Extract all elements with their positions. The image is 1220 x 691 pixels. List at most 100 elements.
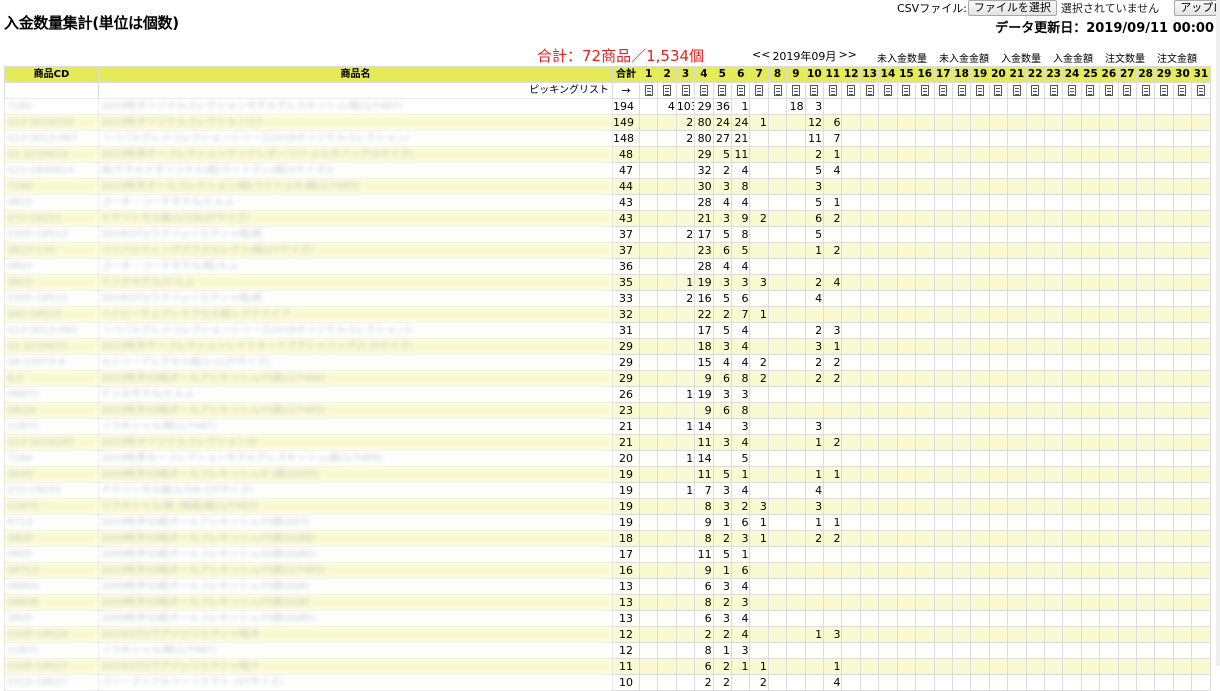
day-cell: [1080, 98, 1101, 115]
day-cell: 5: [712, 146, 733, 163]
vertical-scrollbar[interactable]: [1216, 0, 1220, 666]
day-cell: [878, 226, 898, 243]
document-icon[interactable]: [1068, 85, 1077, 96]
document-icon[interactable]: [1123, 85, 1132, 96]
day-cell: [1080, 114, 1101, 131]
day-cell: 5: [712, 546, 733, 563]
view-link-unpaid-amount[interactable]: 未入金金額: [939, 50, 989, 65]
view-link-order-qty[interactable]: 注文数量: [1105, 50, 1145, 65]
day-cell: 1: [804, 466, 825, 483]
day-cell: [1043, 130, 1064, 147]
document-icon[interactable]: [883, 85, 892, 96]
document-icon[interactable]: [920, 85, 929, 96]
day-cell: [1043, 370, 1064, 387]
document-icon[interactable]: [1141, 85, 1150, 96]
day-cell: [951, 434, 972, 451]
document-icon[interactable]: [1049, 85, 1058, 96]
day-cell: 8: [694, 530, 714, 547]
table-row: 7184 2019秋季モーコレクションモデルグレスキッシュ/紙(1/7489) 20…: [4, 450, 1211, 467]
document-icon[interactable]: [699, 85, 708, 96]
table-row: S92-18515 ハイピーチェアレテクセル紙レグテクイア 32 22 2 7 1: [4, 306, 1211, 323]
document-icon[interactable]: [939, 85, 948, 96]
day-cell: 2: [804, 530, 825, 547]
day-cell: [1007, 562, 1027, 579]
view-link-unpaid-qty[interactable]: 未入金数量: [877, 50, 927, 65]
view-link-paid-amount[interactable]: 入金金額: [1053, 50, 1093, 65]
day-cell: [970, 642, 990, 659]
day-cell: [1025, 274, 1045, 291]
day-cell: [767, 674, 788, 691]
day-cell: [1099, 194, 1119, 211]
day-cell: [767, 146, 788, 163]
day-cell: [767, 274, 788, 291]
day-cell: 24: [731, 114, 751, 131]
document-icon[interactable]: [1086, 85, 1095, 96]
document-icon[interactable]: [847, 85, 856, 96]
document-icon[interactable]: [718, 85, 727, 96]
document-icon[interactable]: [976, 85, 985, 96]
day-cell: [823, 482, 843, 499]
document-icon[interactable]: [1031, 85, 1040, 96]
document-icon[interactable]: [902, 85, 911, 96]
day-cell: [1007, 402, 1027, 419]
day-cell: [675, 626, 696, 643]
document-icon[interactable]: [663, 85, 672, 96]
day-cell: [970, 130, 990, 147]
day-cell: [823, 290, 843, 307]
day-cell: [841, 210, 861, 227]
day-cell: [915, 434, 935, 451]
day-cell: 4: [823, 274, 843, 291]
day-cell: 5: [804, 162, 825, 179]
document-icon[interactable]: [1012, 85, 1021, 96]
document-icon[interactable]: [1178, 85, 1187, 96]
upload-button[interactable]: アップロード: [1174, 0, 1220, 16]
day-cell: [657, 178, 677, 195]
day-cell: [841, 450, 861, 467]
day-cell: [841, 626, 861, 643]
document-icon[interactable]: [1160, 85, 1169, 96]
document-icon[interactable]: [828, 85, 837, 96]
day-cell: [804, 578, 825, 595]
document-icon[interactable]: [957, 85, 966, 96]
document-icon[interactable]: [994, 85, 1003, 96]
header-day-17: 17: [933, 66, 953, 83]
day-cell: [1099, 146, 1119, 163]
document-icon[interactable]: [810, 85, 819, 96]
data-updated-date: データ更新日：2019/09/11 00:00: [995, 21, 1214, 36]
document-icon[interactable]: [736, 85, 745, 96]
view-link-paid-qty[interactable]: 入金数量: [1001, 50, 1041, 65]
choose-file-button[interactable]: ファイルを選択: [967, 0, 1057, 16]
day-cell: [675, 530, 696, 547]
next-month-link[interactable]: >>: [838, 48, 856, 64]
document-icon[interactable]: [644, 85, 653, 96]
day-cell: [1191, 610, 1211, 627]
document-icon[interactable]: [791, 85, 800, 96]
document-icon[interactable]: [865, 85, 874, 96]
header-day-21: 21: [1007, 66, 1027, 83]
document-icon[interactable]: [681, 85, 690, 96]
day-cell: 3: [804, 178, 825, 195]
view-link-order-amount[interactable]: 注文金額: [1157, 50, 1197, 65]
total-cell: 43: [612, 210, 640, 227]
prev-month-link[interactable]: <<: [752, 48, 770, 64]
day-cell: [1154, 162, 1174, 179]
total-cell: 13: [612, 578, 640, 595]
day-cell: [638, 418, 659, 435]
day-cell: [841, 290, 861, 307]
day-cell: [1154, 578, 1174, 595]
day-cell: [1080, 242, 1101, 259]
day-cell: [1154, 498, 1174, 515]
day-cell: [951, 130, 972, 147]
document-icon[interactable]: [1196, 85, 1205, 96]
total-cell: 37: [612, 226, 640, 243]
day-cell: [951, 674, 972, 691]
document-icon[interactable]: [773, 85, 782, 96]
picking-cell-day-11: [823, 82, 843, 99]
day-cell: 4: [712, 194, 733, 211]
table-row: 9815 ゴーホ・コーチモデル/ビルふ 43 28 4 4 5 1: [4, 194, 1211, 211]
document-icon[interactable]: [755, 85, 764, 96]
document-icon[interactable]: [1104, 85, 1113, 96]
day-cell: [988, 274, 1009, 291]
day-cell: [1099, 226, 1119, 243]
day-cell: [767, 546, 788, 563]
